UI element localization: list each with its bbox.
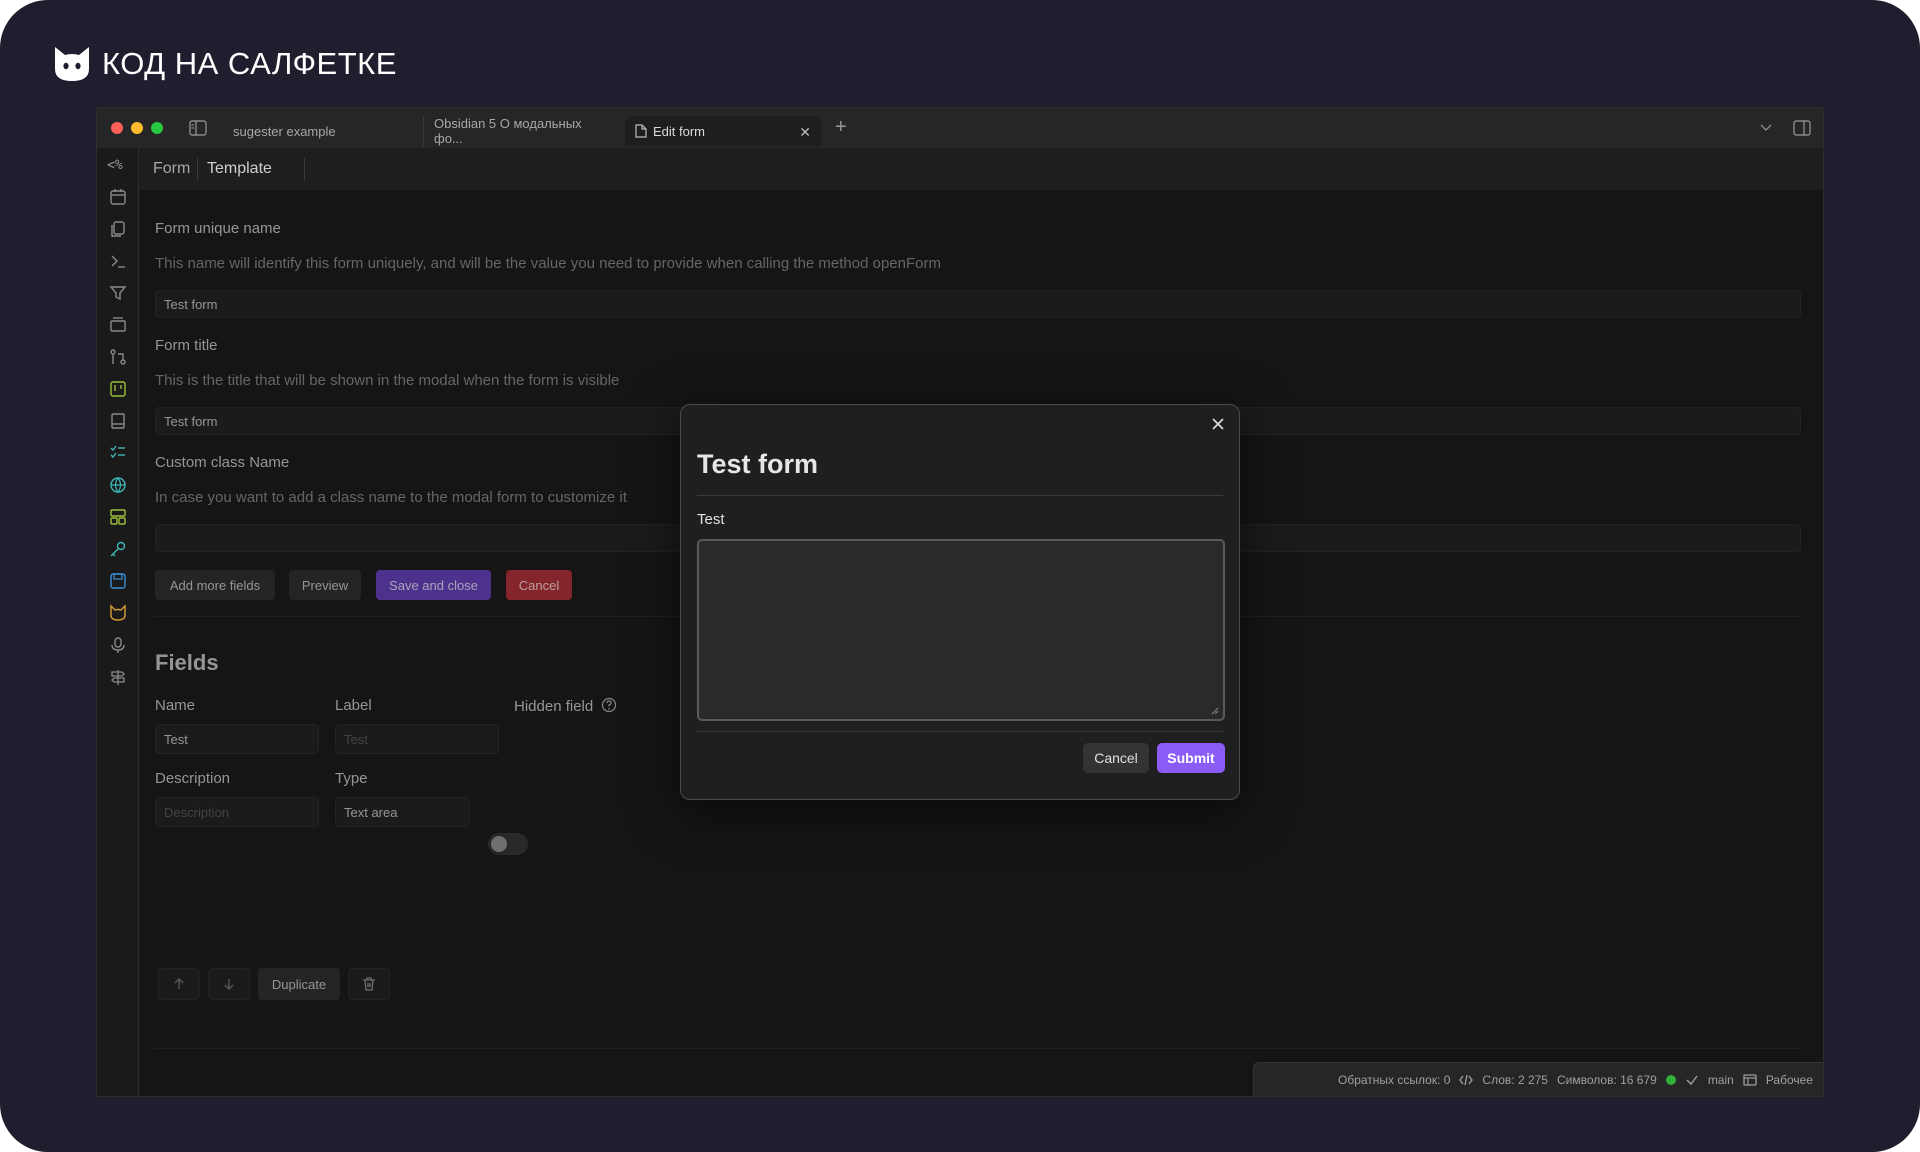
- slides-icon[interactable]: [109, 316, 127, 334]
- task-list-icon[interactable]: [109, 444, 127, 462]
- code-icon[interactable]: [1459, 1073, 1474, 1087]
- cat-logo-icon: [55, 47, 89, 81]
- form-preview-modal: Test form Test Cancel Submit: [680, 404, 1240, 800]
- form-title-desc: This is the title that will be shown in …: [155, 372, 620, 389]
- layout-icon[interactable]: [109, 508, 127, 526]
- document-icon: [635, 124, 647, 138]
- arrow-down-icon: [224, 979, 234, 990]
- close-icon[interactable]: [1209, 415, 1227, 433]
- modal-divider: [697, 495, 1223, 496]
- sync-status-dot[interactable]: [1665, 1074, 1676, 1085]
- cat-icon[interactable]: [109, 604, 127, 622]
- header-divider: [304, 158, 305, 180]
- help-circle-icon[interactable]: [601, 697, 617, 713]
- unique-name-title: Form unique name: [155, 220, 281, 237]
- git-branch[interactable]: main: [1708, 1073, 1734, 1087]
- hidden-field-text: Hidden field: [514, 698, 594, 715]
- modal-textarea[interactable]: [697, 539, 1225, 721]
- modal-submit-button[interactable]: Submit: [1157, 743, 1225, 773]
- brand-text: КОД НА САЛФЕТКЕ: [102, 46, 397, 81]
- duplicate-button[interactable]: Duplicate: [258, 968, 340, 1000]
- fields-heading: Fields: [155, 650, 219, 675]
- field-type-label: Type: [335, 770, 368, 787]
- preview-button[interactable]: Preview: [289, 570, 361, 600]
- delete-field-button[interactable]: [348, 968, 390, 1000]
- book-icon[interactable]: [109, 412, 127, 430]
- field-type-select[interactable]: Text area: [335, 797, 470, 827]
- save-and-close-button[interactable]: Save and close: [376, 570, 491, 600]
- right-sidebar-toggle-icon[interactable]: [1793, 120, 1811, 136]
- microphone-icon[interactable]: [109, 636, 127, 654]
- terminal-icon[interactable]: [109, 252, 127, 270]
- check-icon[interactable]: [1685, 1073, 1699, 1087]
- backlinks-count[interactable]: Обратных ссылок: 0: [1338, 1073, 1450, 1087]
- view-header: Form Template: [140, 148, 1823, 190]
- title-bar: sugester example Obsidian 5 О модальных …: [97, 108, 1823, 148]
- globe-icon[interactable]: [109, 476, 127, 494]
- word-count: Слов: 2 275: [1482, 1072, 1548, 1087]
- tab-label: sugester example: [233, 123, 336, 139]
- field-name-input[interactable]: Test: [155, 724, 319, 754]
- key-icon[interactable]: [109, 540, 127, 558]
- tab-label: Edit form: [653, 123, 706, 139]
- brand: КОД НА САЛФЕТКЕ: [52, 44, 397, 84]
- hidden-field-label: Hidden field: [514, 697, 617, 715]
- screenshot-frame: КОД НА САЛФЕТКЕ sugester example Obsidia…: [0, 0, 1920, 1152]
- copy-icon[interactable]: [109, 220, 127, 238]
- field-label-input[interactable]: Test: [335, 724, 499, 754]
- close-tab-icon[interactable]: ✕: [799, 124, 811, 141]
- tab-label: Obsidian 5 О модальных фо...: [434, 116, 582, 146]
- hidden-field-toggle[interactable]: [488, 833, 528, 855]
- header-divider: [197, 158, 198, 180]
- form-title-title: Form title: [155, 337, 218, 354]
- trash-icon: [363, 977, 375, 991]
- field-description-label: Description: [155, 770, 231, 787]
- filter-icon[interactable]: [109, 284, 127, 302]
- unique-name-input[interactable]: Test form: [155, 290, 1801, 318]
- arrow-up-icon: [174, 978, 184, 989]
- toggle-knob: [491, 836, 507, 852]
- signpost-icon[interactable]: [109, 668, 127, 686]
- custom-class-title: Custom class Name: [155, 454, 290, 471]
- left-ribbon: <%: [97, 148, 139, 1096]
- modal-field-label: Test: [697, 511, 725, 528]
- minimize-window-button[interactable]: [131, 122, 143, 134]
- tab-form[interactable]: Form: [153, 160, 190, 178]
- field-label-label: Label: [335, 697, 372, 714]
- custom-class-desc: In case you want to add a class name to …: [155, 489, 627, 506]
- field-description-input[interactable]: Description: [155, 797, 319, 827]
- tab-obsidian-modal-forms[interactable]: Obsidian 5 О модальных фо...: [423, 116, 623, 146]
- maximize-window-button[interactable]: [151, 122, 163, 134]
- left-sidebar-toggle-icon[interactable]: [189, 120, 207, 136]
- modal-cancel-button[interactable]: Cancel: [1083, 743, 1149, 773]
- char-count: Символов: 16 679: [1556, 1072, 1657, 1087]
- modal-footer-divider: [697, 731, 1223, 732]
- chevron-down-icon[interactable]: [1759, 120, 1773, 134]
- status-bar: Обратных ссылок: 0 Слов: 2 275 Символов:…: [1253, 1062, 1823, 1096]
- new-tab-icon[interactable]: +: [835, 116, 847, 139]
- close-window-button[interactable]: [111, 122, 123, 134]
- modal-title: Test form: [697, 449, 819, 479]
- resize-grip-icon[interactable]: [1211, 707, 1219, 715]
- kanban-icon[interactable]: [109, 380, 127, 398]
- tab-template[interactable]: Template: [207, 160, 272, 178]
- field-name-label: Name: [155, 697, 196, 714]
- cancel-button[interactable]: Cancel: [506, 570, 572, 600]
- workspace-name[interactable]: Рабочее: [1766, 1073, 1813, 1087]
- git-compare-icon[interactable]: [109, 348, 127, 366]
- tab-sugester-example[interactable]: sugester example: [223, 116, 423, 146]
- unique-name-desc: This name will identify this form unique…: [155, 255, 941, 272]
- move-up-button[interactable]: [158, 968, 200, 1000]
- fields-bottom-divider: [155, 1048, 1801, 1049]
- workspace-icon[interactable]: [1743, 1073, 1757, 1087]
- add-more-fields-button[interactable]: Add more fields: [155, 570, 275, 600]
- tab-edit-form[interactable]: Edit form ✕: [625, 116, 821, 146]
- calendar-icon[interactable]: [109, 188, 127, 206]
- move-down-button[interactable]: [208, 968, 250, 1000]
- save-icon[interactable]: [109, 572, 127, 590]
- templater-icon[interactable]: <%: [107, 158, 123, 173]
